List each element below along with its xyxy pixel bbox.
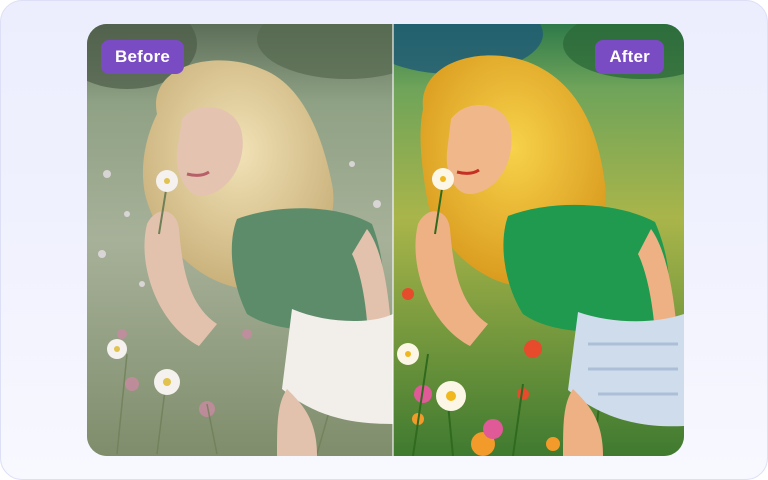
before-after-slider[interactable]: Before After [87,24,684,456]
before-badge: Before [101,40,185,74]
slider-divider[interactable] [392,24,394,456]
comparison-card: Before After [0,0,768,480]
before-image [87,24,393,456]
after-badge: After [595,40,664,74]
after-image [393,24,684,456]
